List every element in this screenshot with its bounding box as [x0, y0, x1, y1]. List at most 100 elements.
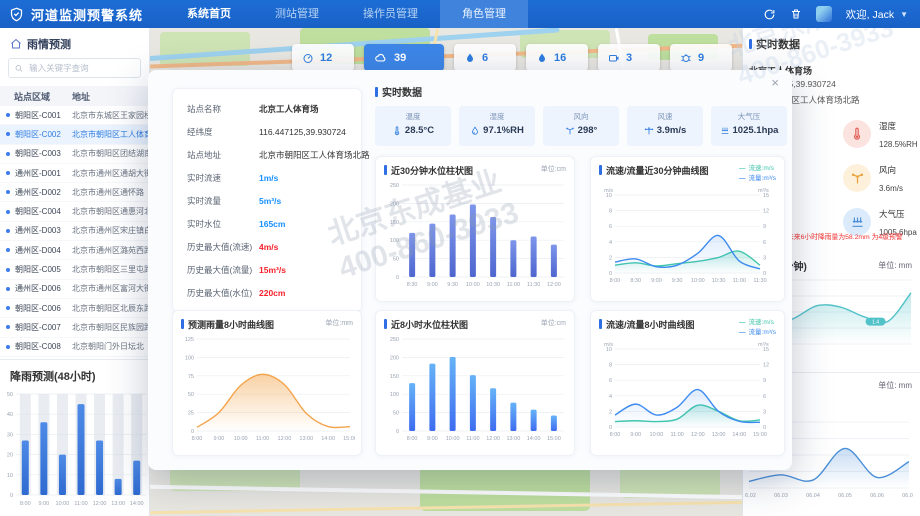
- address-value: 北京市朝阳区工人体育场北路: [259, 149, 370, 161]
- table-row[interactable]: 通州区-D006北京市通州区富河大街: [0, 280, 149, 299]
- svg-text:3: 3: [763, 409, 766, 415]
- water-level-30min-card: 近30分钟水位柱状图单位:cm 0501001502002508:309:009…: [375, 156, 575, 302]
- svg-text:125: 125: [185, 337, 194, 343]
- table-row-selected[interactable]: 朝阳区-C002北京市朝阳区工人体育: [0, 125, 149, 144]
- stat-box-humidity: 湿度 97.1%RH: [459, 106, 535, 146]
- gauge-icon: [302, 52, 314, 64]
- svg-text:50: 50: [393, 411, 399, 417]
- svg-text:12: 12: [763, 208, 769, 214]
- status-dot: [6, 190, 10, 194]
- svg-text:9:00: 9:00: [651, 278, 662, 284]
- col-header-address: 地址: [72, 90, 90, 103]
- svg-text:8:00: 8:00: [20, 501, 31, 507]
- tab-role-management[interactable]: 角色管理: [440, 0, 528, 28]
- tab-station-management[interactable]: 测站管理: [253, 0, 341, 28]
- chart-title: 流速/流量8小时曲线图: [606, 318, 695, 331]
- stat-pill-alerts-2[interactable]: 16: [526, 44, 588, 71]
- table-row[interactable]: 朝阳区-C001北京市东城区王家园桥: [0, 106, 149, 125]
- rainfall-48h-chart: 010203040508:009:0010:0011:0012:0013:001…: [0, 386, 150, 508]
- table-row[interactable]: 通州区-D004北京市通州区潞苑西路: [0, 241, 149, 260]
- tab-operator-management[interactable]: 操作员管理: [341, 0, 440, 28]
- status-dot: [6, 306, 10, 310]
- svg-text:12:00: 12:00: [691, 432, 705, 438]
- stat-box-wind-direction: 风向 298°: [543, 106, 619, 146]
- avatar[interactable]: [816, 6, 832, 22]
- table-row[interactable]: 通州区-D003北京市通州区宋庄镇白: [0, 222, 149, 241]
- table-row[interactable]: 朝阳区-C008北京朝阳门外日坛北: [0, 338, 149, 357]
- rain-forecast-panel: 雨情预测 站点区域 地址 朝阳区-C001北京市东城区王家园桥 朝阳区-C002…: [0, 28, 150, 516]
- welcome-text[interactable]: 欢迎, Jack: [846, 7, 894, 22]
- svg-text:10:00: 10:00: [650, 432, 664, 438]
- svg-text:14:00: 14:00: [732, 432, 746, 438]
- panel-header: 雨情预测: [0, 28, 149, 58]
- svg-text:150: 150: [390, 220, 399, 226]
- table-row[interactable]: 通州区-D001北京市通州区通胡大街: [0, 164, 149, 183]
- svg-text:9:30: 9:30: [447, 282, 458, 288]
- table-row[interactable]: 通州区-D002北京市通州区通怀路: [0, 183, 149, 202]
- stat-pill-weather[interactable]: 39: [364, 44, 444, 71]
- header-accent-bar: [749, 39, 752, 49]
- svg-text:12: 12: [763, 362, 769, 368]
- info-label: 经纬度: [187, 126, 259, 138]
- chevron-down-icon[interactable]: ▼: [900, 10, 908, 19]
- chart-legend: —流速:m/s —流量:m³/s: [739, 318, 776, 339]
- tab-system-home[interactable]: 系统首页: [165, 0, 253, 28]
- thermometer-icon: [392, 126, 402, 136]
- status-dot: [6, 325, 10, 329]
- svg-text:14:00: 14:00: [527, 436, 541, 442]
- status-dot: [6, 171, 10, 175]
- panel-title: 雨情预测: [27, 36, 71, 52]
- svg-text:0: 0: [396, 275, 399, 281]
- coords-value: 116.447125,39.930724: [259, 127, 346, 137]
- chart-legend: —流速:m/s —流量:m³/s: [739, 164, 776, 185]
- svg-text:m³/s: m³/s: [758, 342, 769, 348]
- chart-unit: 单位:cm: [541, 164, 566, 174]
- search-input[interactable]: [27, 62, 134, 74]
- svg-text:6: 6: [763, 394, 766, 400]
- svg-text:9:00: 9:00: [427, 282, 438, 288]
- stat-pill-warnings[interactable]: 9: [670, 44, 732, 71]
- stat-pill-stations[interactable]: 12: [292, 44, 354, 71]
- svg-text:12:00: 12:00: [278, 436, 292, 442]
- svg-text:150: 150: [390, 374, 399, 380]
- bug-icon: [680, 52, 692, 64]
- stat-pill-alerts-1[interactable]: 6: [454, 44, 516, 71]
- modal-realtime-section: 实时数据 温度 28.5°C 湿度 97.1%RH 风向 298° 风速 3.9…: [375, 84, 787, 152]
- refresh-icon[interactable]: [763, 8, 776, 21]
- wind-direction-icon: [565, 126, 575, 136]
- svg-text:200: 200: [390, 201, 399, 207]
- svg-text:11:00: 11:00: [466, 436, 479, 442]
- svg-text:50: 50: [393, 257, 399, 263]
- max-level-value: 220cm: [259, 288, 285, 298]
- table-row[interactable]: 朝阳区-C004北京市朝阳区通惠河北: [0, 202, 149, 221]
- svg-text:10:00: 10:00: [691, 278, 705, 284]
- section-title: 实时数据: [382, 84, 422, 99]
- svg-text:11:00: 11:00: [256, 436, 269, 442]
- table-row[interactable]: 朝阳区-C003北京市朝阳区团结湖南: [0, 145, 149, 164]
- status-dot: [6, 345, 10, 349]
- stat-box-temperature: 温度 28.5°C: [375, 106, 451, 146]
- chart-title: 预测雨量8小时曲线图: [188, 318, 274, 331]
- thermometer-icon: [843, 120, 871, 148]
- svg-text:06.05: 06.05: [838, 493, 852, 499]
- svg-text:06.06: 06.06: [870, 493, 884, 499]
- svg-text:0: 0: [763, 271, 766, 277]
- water-level-value: 165cm: [259, 219, 285, 229]
- status-dot: [6, 152, 10, 156]
- svg-text:m/s: m/s: [604, 188, 613, 194]
- table-row[interactable]: 朝阳区-C007北京市朝阳区民族园路: [0, 318, 149, 337]
- main-nav: 系统首页 测站管理 操作员管理 角色管理: [165, 0, 528, 28]
- camera-icon: [608, 52, 620, 64]
- svg-text:8:00: 8:00: [610, 432, 621, 438]
- table-row[interactable]: 朝阳区-C006北京市朝阳区北辰东路: [0, 299, 149, 318]
- svg-text:4: 4: [609, 240, 612, 246]
- info-label: 实时水位: [187, 218, 259, 230]
- info-label: 站点名称: [187, 103, 259, 115]
- stat-pill-cameras[interactable]: 3: [598, 44, 660, 71]
- station-name-value: 北京工人体育场: [259, 103, 319, 115]
- wind-speed-icon: [644, 126, 654, 136]
- trash-icon[interactable]: [790, 8, 802, 20]
- svg-text:14:00: 14:00: [321, 436, 335, 442]
- svg-text:250: 250: [390, 337, 399, 343]
- table-row[interactable]: 朝阳区-C005北京市朝阳区三里屯路: [0, 260, 149, 279]
